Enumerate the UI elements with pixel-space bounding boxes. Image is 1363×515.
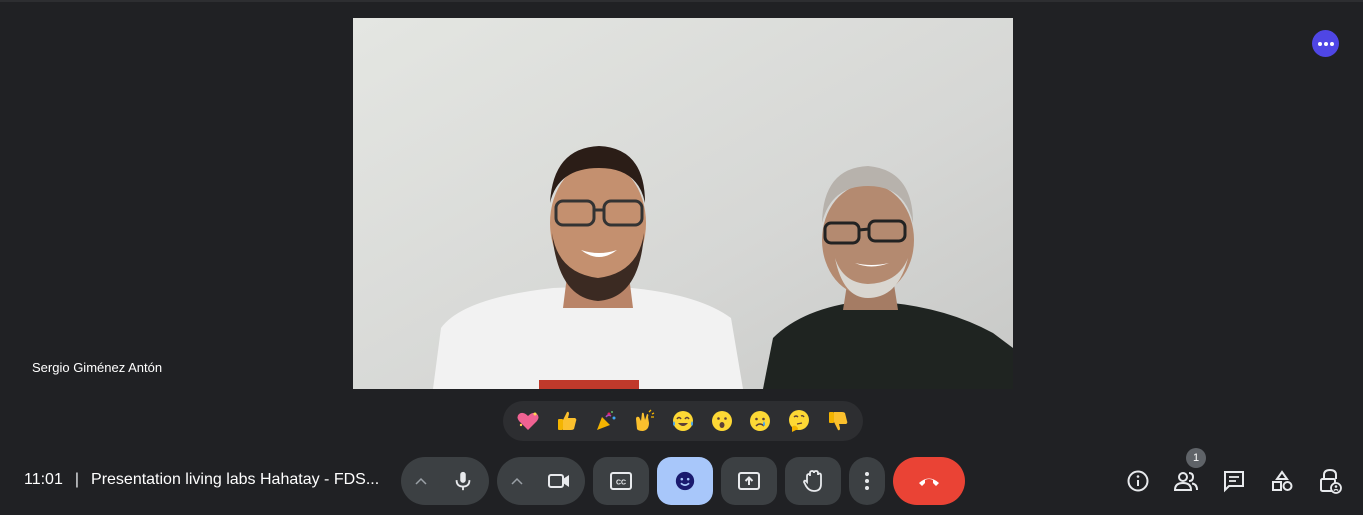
call-controls: CC <box>0 457 1363 505</box>
microphone-control <box>401 457 489 505</box>
thumbs-up-icon <box>557 411 577 430</box>
reaction-thumbs-up[interactable] <box>549 403 585 439</box>
microphone-icon <box>455 471 471 491</box>
present-screen-icon <box>738 472 760 490</box>
tears-of-joy-icon <box>672 411 693 431</box>
top-divider <box>0 0 1363 2</box>
sparkling-heart-icon <box>517 412 539 430</box>
reaction-tears-of-joy[interactable] <box>665 403 701 439</box>
surprised-face-icon <box>711 411 732 431</box>
reaction-sparkling-heart[interactable] <box>510 403 546 439</box>
reaction-crying[interactable] <box>742 403 778 439</box>
info-icon <box>1127 470 1149 492</box>
activities-button[interactable] <box>1268 467 1296 495</box>
reactions-button[interactable] <box>657 457 713 505</box>
clapping-hands-icon <box>636 409 655 431</box>
present-screen-button[interactable] <box>721 457 777 505</box>
reaction-surprised[interactable] <box>704 403 740 439</box>
video-settings-chevron-icon[interactable] <box>499 457 535 505</box>
people-button[interactable] <box>1172 467 1200 495</box>
reactions-bar <box>503 401 863 441</box>
emoji-icon <box>675 471 695 491</box>
reaction-party-popper[interactable] <box>588 403 624 439</box>
chat-button[interactable] <box>1220 467 1248 495</box>
microphone-button[interactable] <box>439 457 487 505</box>
people-icon <box>1173 472 1198 491</box>
reaction-clapping-hands[interactable] <box>626 403 662 439</box>
chat-icon <box>1224 471 1244 493</box>
more-options-button[interactable] <box>849 457 885 505</box>
camera-button[interactable] <box>535 457 583 505</box>
raise-hand-button[interactable] <box>785 457 841 505</box>
svg-text:CC: CC <box>616 480 626 487</box>
activities-shapes-icon <box>1272 470 1293 491</box>
thumbs-down-icon <box>828 412 847 431</box>
leave-call-button[interactable] <box>893 457 965 505</box>
raise-hand-icon <box>803 470 822 492</box>
video-frame <box>353 18 1013 389</box>
crying-face-icon <box>750 411 771 431</box>
closed-captions-icon: CC <box>610 472 632 490</box>
hang-up-icon <box>919 478 939 486</box>
party-popper-icon <box>596 411 616 430</box>
vertical-dots-icon <box>865 472 869 490</box>
captions-button[interactable]: CC <box>593 457 649 505</box>
participant-name: Sergio Giménez Antón <box>32 360 163 375</box>
more-options-icon[interactable] <box>1312 30 1339 57</box>
meeting-details-button[interactable] <box>1124 467 1152 495</box>
host-controls-button[interactable] <box>1316 467 1344 495</box>
camera-control <box>497 457 585 505</box>
participant-video[interactable] <box>353 18 1013 389</box>
lock-person-icon <box>1320 468 1342 494</box>
video-camera-icon <box>548 474 569 488</box>
audio-settings-chevron-icon[interactable] <box>403 457 439 505</box>
participant-count-badge: 1 <box>1186 448 1206 468</box>
reaction-thinking[interactable] <box>781 403 817 439</box>
thinking-face-icon <box>788 410 809 432</box>
reaction-thumbs-down[interactable] <box>820 403 856 439</box>
